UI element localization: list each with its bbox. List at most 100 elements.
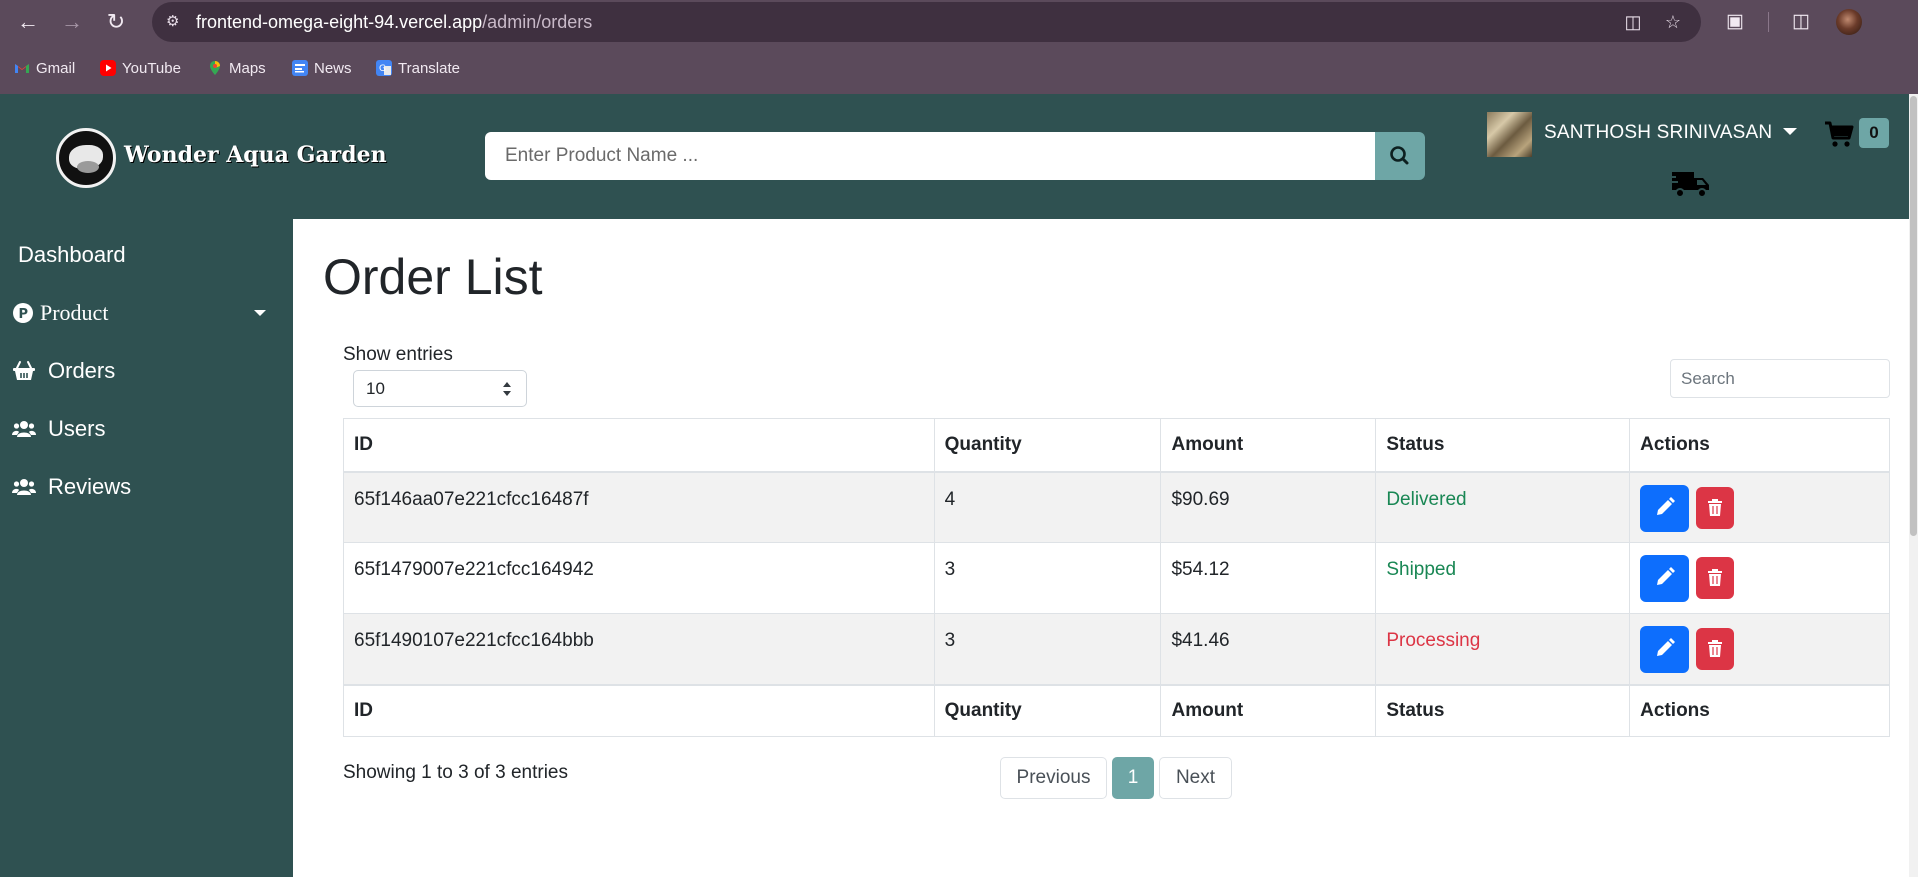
quantity-cell: 3 [933, 542, 1162, 614]
actions-cell [1629, 542, 1890, 614]
amount-cell: $54.12 [1160, 542, 1377, 614]
column-header-status[interactable]: Status [1375, 418, 1631, 473]
browser-chrome: ← → ↻ ⚙ frontend-omega-eight-94.vercel.a… [0, 0, 1918, 94]
product-search-input[interactable] [485, 132, 1376, 180]
status-cell: Processing [1375, 613, 1631, 685]
sidebar-item-reviews[interactable]: Reviews [0, 467, 293, 507]
order-id-cell: 65f1479007e221cfcc164942 [343, 542, 935, 614]
product-p-icon: P [12, 302, 34, 324]
entries-per-page-select[interactable]: 10 [353, 370, 527, 407]
orders-table: ID Quantity Amount Status Actions 65f146… [343, 418, 1890, 737]
back-icon[interactable]: ← [14, 8, 42, 36]
pagination-page-button[interactable]: 1 [1112, 757, 1154, 799]
trash-icon [1708, 498, 1723, 516]
bookmark-gmail[interactable]: Gmail [14, 54, 75, 82]
entries-value: 10 [366, 379, 385, 398]
page-scrollbar[interactable] [1909, 94, 1918, 877]
truck-icon[interactable] [1670, 168, 1712, 200]
table-search-input[interactable] [1670, 359, 1890, 398]
cart-count-badge[interactable]: 0 [1859, 118, 1889, 148]
users-icon [12, 475, 36, 499]
user-name[interactable]: SANTHOSH SRINIVASAN [1544, 122, 1772, 144]
delete-order-button[interactable] [1696, 557, 1735, 599]
news-icon [292, 60, 308, 76]
sidebar-item-orders[interactable]: Orders [0, 351, 293, 391]
trash-icon [1708, 640, 1723, 657]
column-header-quantity[interactable]: Quantity [933, 418, 1162, 473]
toolbar-divider [1768, 12, 1769, 32]
cart-icon[interactable] [1823, 118, 1855, 150]
table-row: 65f1490107e221cfcc164bbb 3 $41.46 Proces… [343, 613, 1890, 685]
site-info-icon[interactable]: ⚙ [166, 12, 186, 32]
url-text[interactable]: frontend-omega-eight-94.vercel.app/admin… [196, 12, 592, 32]
youtube-icon [100, 60, 116, 76]
admin-sidebar: Dashboard P Product Orders Users Reviews [0, 219, 293, 877]
column-footer-quantity: Quantity [933, 683, 1162, 737]
scrollbar-thumb[interactable] [1910, 96, 1917, 536]
bookmark-translate[interactable]: G Translate [376, 54, 460, 82]
bookmark-news[interactable]: News [292, 54, 352, 82]
side-panel-icon[interactable]: ◫ [1788, 9, 1814, 35]
sidebar-item-users[interactable]: Users [0, 409, 293, 449]
pencil-icon [1657, 638, 1676, 656]
table-row: 65f1479007e221cfcc164942 3 $54.12 Shippe… [343, 542, 1890, 614]
browser-toolbar: ← → ↻ ⚙ frontend-omega-eight-94.vercel.a… [0, 0, 1918, 44]
svg-text:G: G [379, 64, 386, 74]
column-header-actions[interactable]: Actions [1629, 418, 1890, 473]
table-header-row: ID Quantity Amount Status Actions [343, 418, 1890, 473]
sidebar-item-label: Users [48, 416, 106, 441]
order-id-cell: 65f1490107e221cfcc164bbb [343, 613, 935, 685]
profile-avatar[interactable] [1836, 9, 1862, 35]
amount-cell: $90.69 [1160, 471, 1377, 543]
bookmark-youtube[interactable]: YouTube [100, 54, 181, 82]
install-app-icon[interactable]: ◫ [1621, 11, 1645, 33]
bookmark-star-icon[interactable]: ☆ [1661, 11, 1685, 33]
sidebar-item-dashboard[interactable]: Dashboard [0, 235, 293, 275]
brand-name[interactable]: Wonder Aqua Garden [124, 142, 387, 168]
pagination-next-button[interactable]: Next [1159, 757, 1232, 799]
delete-order-button[interactable] [1696, 486, 1735, 529]
edit-order-button[interactable] [1640, 555, 1690, 602]
user-dropdown-caret-icon[interactable] [1783, 128, 1797, 135]
quantity-cell: 4 [933, 471, 1162, 543]
address-bar[interactable]: ⚙ frontend-omega-eight-94.vercel.app/adm… [152, 2, 1701, 42]
brand-logo[interactable] [56, 128, 116, 188]
maps-icon [207, 60, 223, 76]
column-header-amount[interactable]: Amount [1160, 418, 1377, 473]
search-button[interactable] [1375, 132, 1425, 180]
product-dropdown-caret-icon[interactable] [254, 310, 266, 316]
gmail-icon [14, 60, 30, 76]
forward-icon[interactable]: → [58, 8, 86, 36]
bookmark-maps[interactable]: Maps [207, 54, 266, 82]
sidebar-item-product[interactable]: P Product [0, 293, 293, 333]
reload-icon[interactable]: ↻ [102, 8, 130, 36]
page-title: Order List [323, 249, 543, 305]
users-icon [12, 417, 36, 441]
column-footer-actions: Actions [1629, 683, 1890, 737]
pagination-previous-button[interactable]: Previous [1000, 757, 1107, 799]
sidebar-item-label: Product [40, 300, 109, 325]
sidebar-item-label: Orders [48, 358, 116, 383]
sidebar-item-label: Reviews [48, 474, 132, 499]
quantity-cell: 3 [933, 613, 1162, 685]
table-info-text: Showing 1 to 3 of 3 entries [343, 762, 568, 783]
pencil-icon [1657, 496, 1676, 515]
show-entries-label: Show entries [343, 344, 453, 365]
sidebar-item-label: Dashboard [18, 242, 126, 267]
logo-fish-shape [77, 161, 99, 173]
extensions-icon[interactable]: ▣ [1722, 9, 1748, 35]
search-icon [1390, 146, 1409, 165]
table-row: 65f146aa07e221cfcc16487f 4 $90.69 Delive… [343, 471, 1890, 543]
pencil-icon [1657, 567, 1676, 585]
edit-order-button[interactable] [1640, 626, 1690, 673]
column-header-id[interactable]: ID [343, 418, 935, 473]
trash-icon [1708, 569, 1723, 586]
user-avatar[interactable] [1487, 112, 1532, 157]
column-footer-amount: Amount [1160, 683, 1377, 737]
edit-order-button[interactable] [1640, 484, 1690, 532]
actions-cell [1629, 613, 1890, 685]
order-id-cell: 65f146aa07e221cfcc16487f [343, 471, 935, 543]
select-arrows-icon [503, 382, 511, 396]
translate-icon: G [376, 60, 392, 76]
delete-order-button[interactable] [1696, 628, 1735, 670]
